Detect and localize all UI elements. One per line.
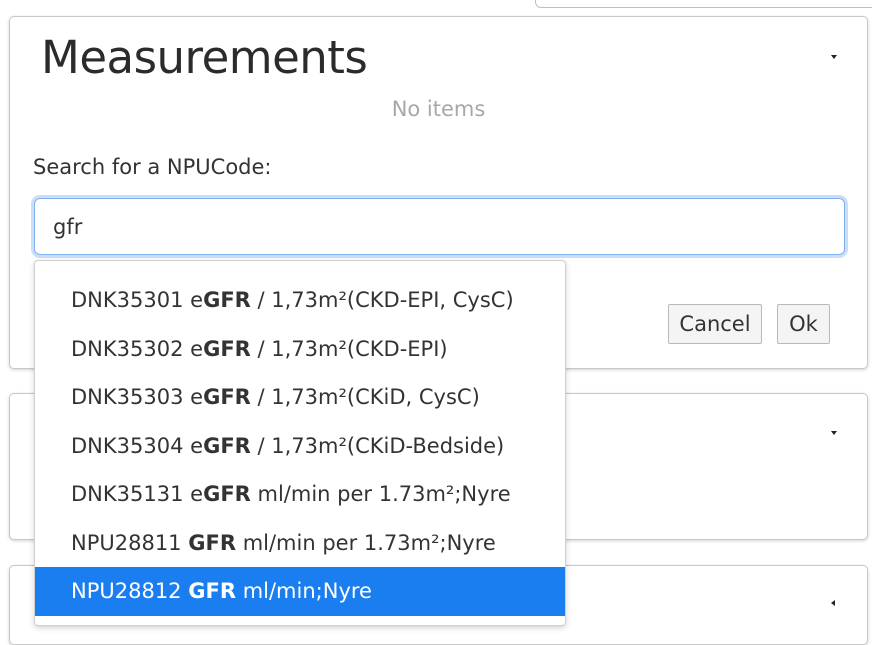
dropdown-option[interactable]: DNK35302 eGFR / 1,73m²(CKD-EPI) [35,325,565,374]
search-label: Search for a NPUCode: [33,155,272,179]
caret-left-icon[interactable] [831,600,835,606]
dropdown-option[interactable]: DNK35304 eGFR / 1,73m²(CKiD-Bedside) [35,422,565,471]
dropdown-option[interactable]: DNK35131 eGFR ml/min per 1.73m²;Nyre [35,470,565,519]
empty-state-text: No items [391,97,486,121]
panel-title: Measurements [41,31,368,84]
autocomplete-dropdown: DNK35301 eGFR / 1,73m²(CKD-EPI, CysC) DN… [34,260,566,626]
caret-down-icon[interactable] [831,431,837,435]
top-panel-edge [535,0,872,8]
dropdown-option[interactable]: NPU28811 GFR ml/min per 1.73m²;Nyre [35,519,565,568]
ok-button[interactable]: Ok [777,304,830,344]
dropdown-option-highlighted[interactable]: NPU28812 GFR ml/min;Nyre [35,567,565,616]
dropdown-option[interactable]: DNK35301 eGFR / 1,73m²(CKD-EPI, CysC) [35,276,565,325]
dropdown-option[interactable]: DNK35303 eGFR / 1,73m²(CKiD, CysC) [35,373,565,422]
cancel-button[interactable]: Cancel [668,304,762,344]
npucode-search-input[interactable] [34,198,845,255]
caret-down-icon[interactable] [831,55,837,59]
